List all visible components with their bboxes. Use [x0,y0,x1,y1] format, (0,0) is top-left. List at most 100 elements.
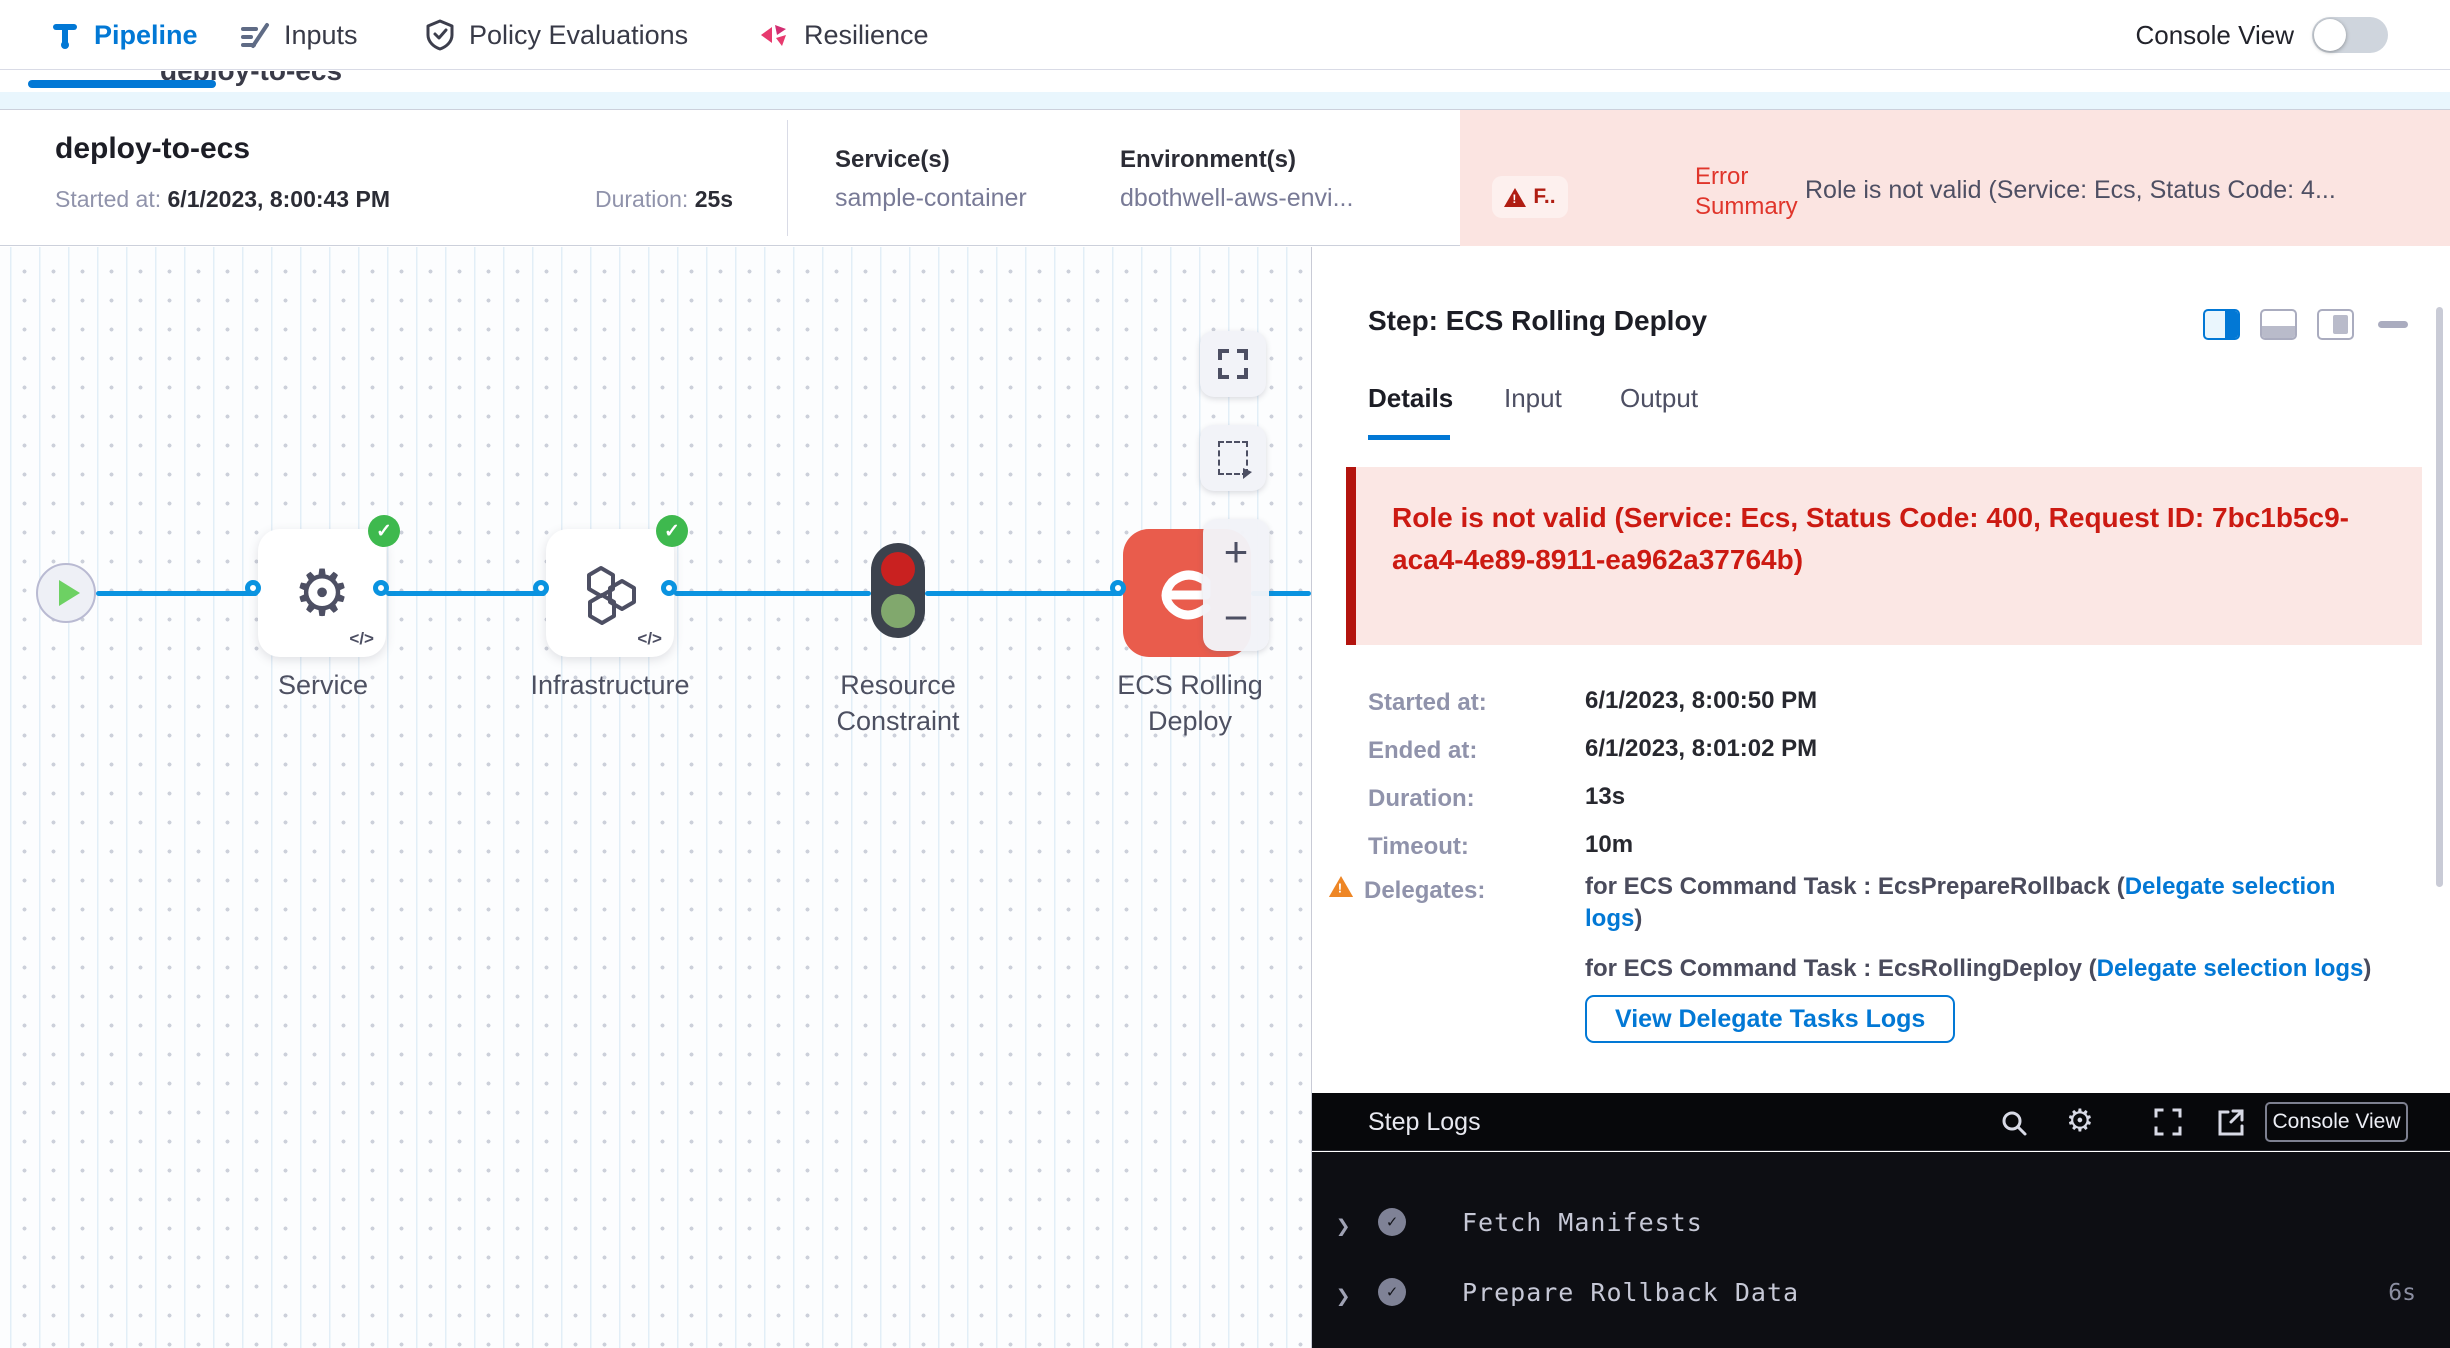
failed-status-badge: F.. [1492,176,1568,218]
node-resource-constraint-label: Resource Constraint [808,667,988,739]
view-delegate-tasks-logs-button[interactable]: View Delegate Tasks Logs [1585,995,1955,1043]
logs-console-view-button[interactable]: Console View [2265,1102,2408,1142]
console-view-toggle[interactable] [2312,17,2388,53]
edge-infrastructure-constraint [674,591,871,596]
pipeline-name: deploy-to-ecs [55,132,250,166]
traffic-light-red [881,552,915,586]
log-section-name: Fetch Manifests [1462,1208,1703,1237]
code-icon: </> [349,629,374,649]
step-panel-title: Step: ECS Rolling Deploy [1368,305,1707,337]
delegate-selection-logs-link[interactable]: logs [1585,905,1634,932]
code-icon: </> [637,629,662,649]
duration-value: 25s [695,186,733,212]
step-error-banner: Role is not valid (Service: Ecs, Status … [1346,467,2422,645]
pipeline-canvas[interactable]: ⚙ ✓ </> Service ✓ </> Infrastructure Res… [0,247,1311,1348]
success-check-icon: ✓ [368,515,400,547]
port-service-out [373,580,389,596]
logs-open-external-icon[interactable] [2216,1108,2244,1136]
inputs-icon [240,20,270,50]
scrolled-row-strip: deploy-to-ecs [0,71,2450,110]
step-logs-bar: Step Logs ⚙ [1312,1093,2450,1151]
expand-chevron-icon[interactable]: ❯ [1336,1212,1350,1240]
node-infrastructure[interactable]: ✓ </> [546,529,674,657]
started-at-value: 6/1/2023, 8:00:43 PM [168,186,390,212]
canvas-select-button[interactable] [1200,425,1266,491]
details-tab-underline [1368,435,1450,440]
minimize-panel-button[interactable] [2378,321,2408,328]
tab-inputs-label: Inputs [284,20,358,51]
delegate-selection-logs-link[interactable]: Delegate selection [2125,873,2336,900]
tab-details[interactable]: Details [1368,383,1453,414]
tab-policy-evaluations[interactable]: Policy Evaluations [425,0,688,70]
tab-inputs[interactable]: Inputs [240,0,358,70]
tab-output[interactable]: Output [1620,383,1698,414]
tab-pipeline[interactable]: Pipeline [50,0,198,70]
header-divider [787,120,788,236]
environments-value[interactable]: dbothwell-aws-envi... [1120,184,1353,213]
duration-label: Duration: [1368,785,1475,813]
delegate-entry-text: for ECS Command Task : EcsRollingDeploy … [1585,955,2097,982]
canvas-zoom-controls: + − [1203,519,1269,651]
services-value[interactable]: sample-container [835,184,1027,213]
log-row-prepare-rollback-data[interactable]: ❯ ✓ Prepare Rollback Data 6s [1312,1264,2450,1328]
selected-row-highlight [0,92,2450,110]
port-infrastructure-out [661,580,677,596]
logs-search-icon[interactable] [2000,1109,2028,1137]
panel-scrollbar[interactable] [2436,307,2443,887]
failed-warning-icon [1504,188,1526,207]
console-view-label: Console View [2135,20,2294,51]
execution-header: deploy-to-ecs Started at: 6/1/2023, 8:00… [0,110,2450,246]
services-block: Service(s) sample-container [835,146,1027,213]
tab-resilience[interactable]: Resilience [758,0,929,70]
traffic-light-green [881,594,915,628]
log-success-check-icon: ✓ [1378,1278,1406,1306]
edge-service-infrastructure [386,591,546,596]
delegate-selection-logs-link[interactable]: Delegate selection logs [2097,955,2364,982]
port-service-in [245,580,261,596]
gear-glyph: ⚙ [2066,1103,2094,1138]
environments-label: Environment(s) [1120,146,1353,174]
tab-input[interactable]: Input [1504,383,1562,414]
layout-bottom-split-button[interactable] [2260,309,2297,340]
ended-at-value: 6/1/2023, 8:01:02 PM [1585,735,1817,763]
log-success-check-icon: ✓ [1378,1208,1406,1236]
duration-label: Duration: [595,186,688,212]
error-summary-label: Error Summary [1695,162,1805,222]
layout-right-split-button[interactable] [2203,309,2240,340]
node-resource-constraint[interactable] [871,543,925,638]
node-service[interactable]: ⚙ ✓ </> [258,529,386,657]
canvas-fullscreen-button[interactable] [1200,331,1266,397]
log-section-name: Prepare Rollback Data [1462,1278,1799,1307]
step-logs-title: Step Logs [1368,1108,1481,1137]
expand-chevron-icon[interactable]: ❯ [1336,1282,1350,1310]
delegates-label: Delegates: [1364,877,1485,905]
layout-floating-button[interactable] [2317,309,2354,340]
duration: Duration: 25s [595,186,733,213]
edge-start-service [96,591,258,596]
play-icon [59,580,80,606]
port-infrastructure-in [533,580,549,596]
step-logs-area: ❯ ✓ Fetch Manifests ❯ ✓ Prepare Rollback… [1312,1152,2450,1348]
selection-marquee-icon [1218,441,1248,475]
zoom-out-button[interactable]: − [1224,597,1249,639]
ended-at-label: Ended at: [1368,737,1477,765]
zoom-in-button[interactable]: + [1224,531,1249,573]
logs-fullscreen-icon[interactable] [2154,1108,2182,1136]
resilience-icon [758,19,790,51]
delegate-entry: for ECS Command Task : EcsRollingDeploy … [1585,953,2385,985]
logs-settings-gear-icon[interactable]: ⚙ [2066,1105,2094,1136]
delegate-entry-text: ) [1634,905,1642,932]
shield-check-icon [425,19,455,51]
port-ecs-in [1110,580,1126,596]
delegates-warning-icon [1329,876,1353,897]
tab-policy-evaluations-label: Policy Evaluations [469,20,688,51]
pipeline-start-node[interactable] [36,563,96,623]
log-section-duration: 6s [2388,1280,2416,1306]
log-row-fetch-manifests[interactable]: ❯ ✓ Fetch Manifests [1312,1194,2450,1258]
gear-icon: ⚙ [293,561,350,625]
timeout-value: 10m [1585,831,1633,859]
delegates-values: for ECS Command Task : EcsPrepareRollbac… [1585,871,2385,985]
delegate-entry: for ECS Command Task : EcsPrepareRollbac… [1585,871,2385,935]
timeout-label: Timeout: [1368,833,1469,861]
started-at-label: Started at: [55,186,161,212]
